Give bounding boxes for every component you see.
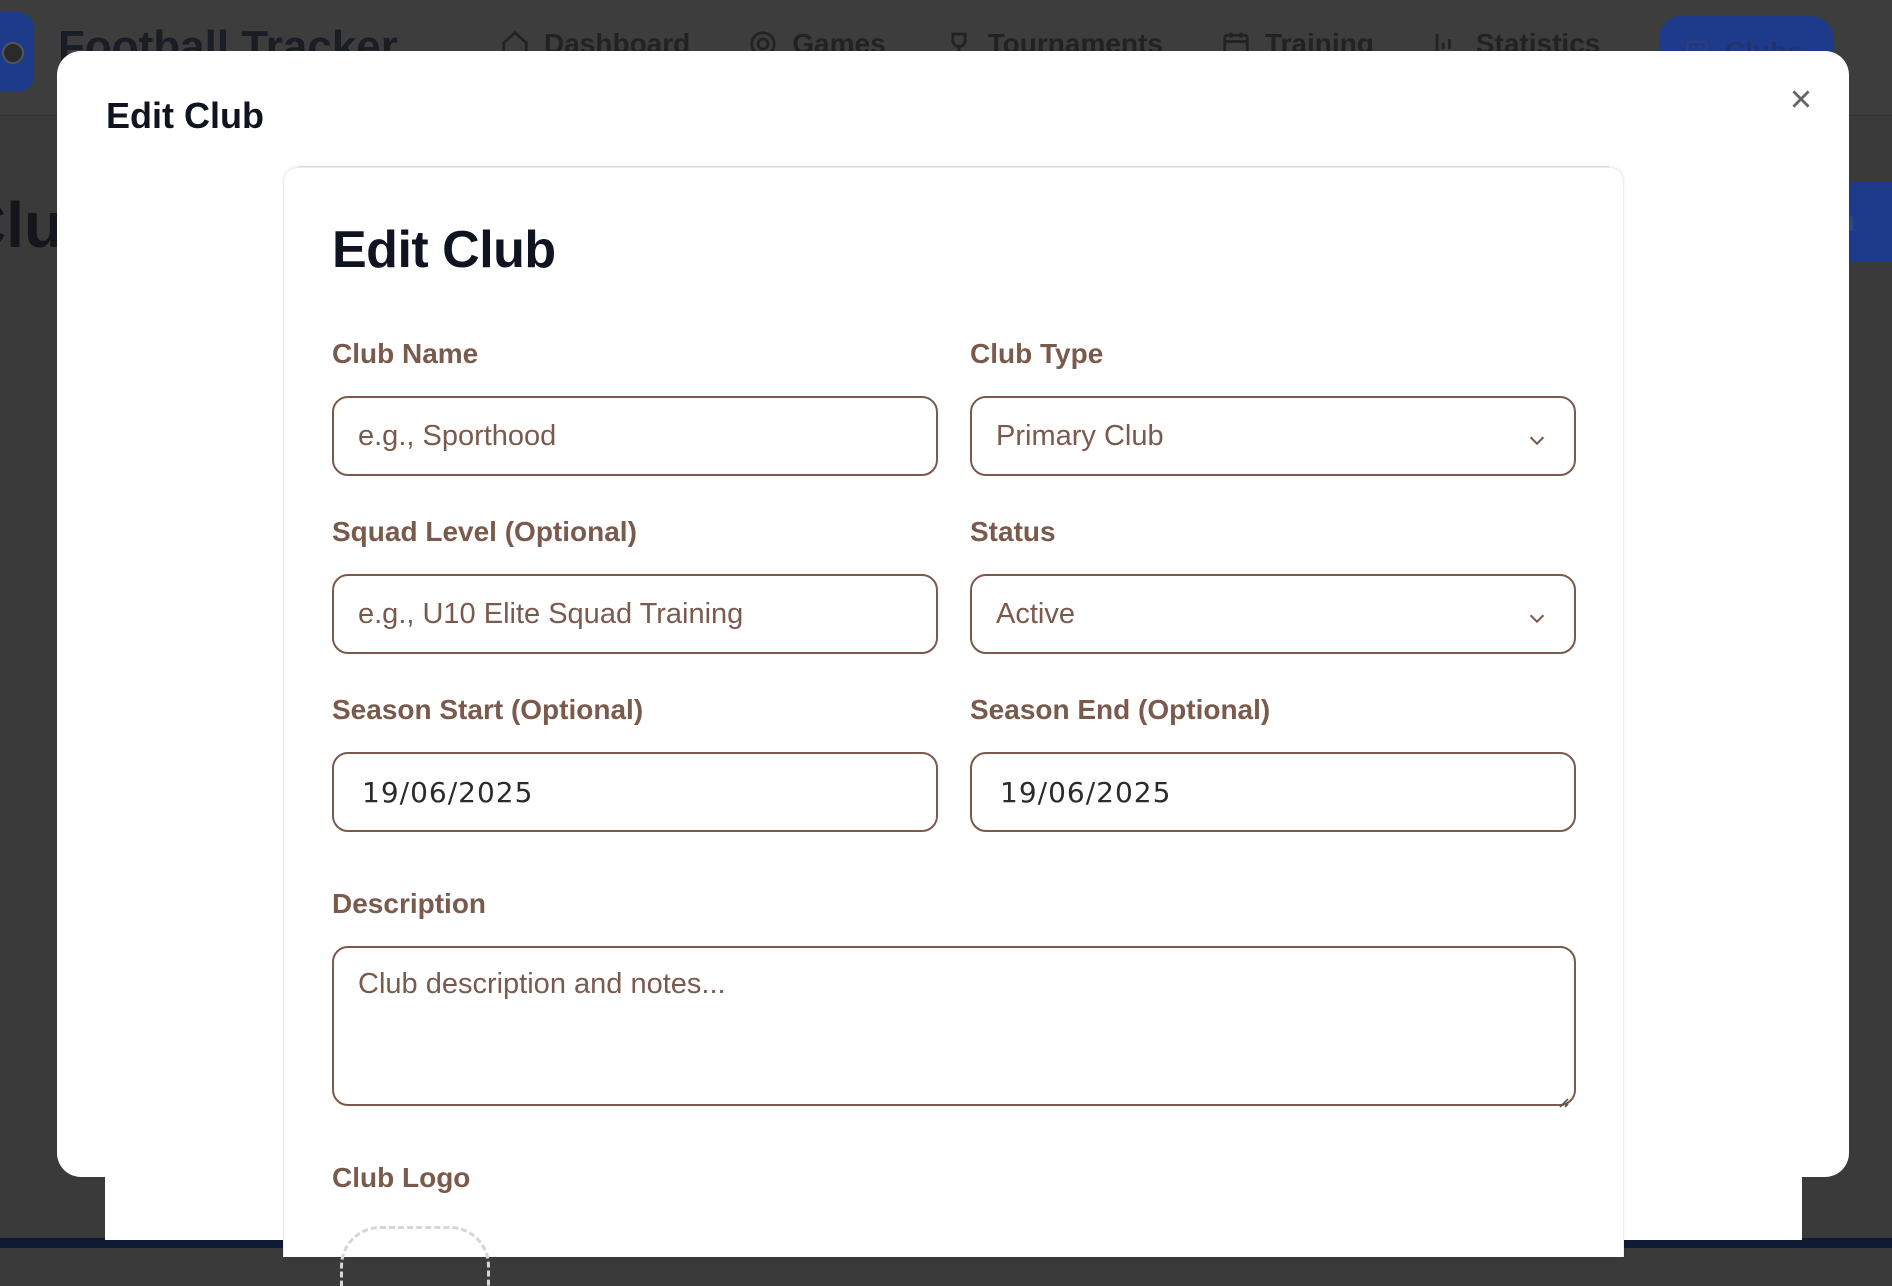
status-label: Status bbox=[970, 516, 1056, 547]
chevron-down-icon bbox=[1526, 604, 1548, 626]
squad-level-label: Squad Level (Optional) bbox=[332, 516, 637, 547]
app-logo[interactable] bbox=[0, 12, 34, 92]
status-value: Active bbox=[996, 597, 1075, 630]
club-type-value: Primary Club bbox=[996, 419, 1164, 452]
club-logo-label: Club Logo bbox=[332, 1162, 471, 1193]
club-type-label: Club Type bbox=[970, 338, 1104, 369]
squad-level-input[interactable]: e.g., U10 Elite Squad Training bbox=[332, 574, 938, 654]
page-heading: Clu bbox=[0, 189, 64, 261]
description-textarea[interactable]: Club description and notes... bbox=[332, 946, 1576, 1108]
season-start-value: 19/06/2025 bbox=[362, 775, 534, 809]
club-logo-upload-area[interactable] bbox=[340, 1226, 490, 1286]
season-start-date-input[interactable]: 19/06/2025 bbox=[332, 752, 938, 832]
squad-level-placeholder: e.g., U10 Elite Squad Training bbox=[358, 597, 744, 630]
description-placeholder: Club description and notes... bbox=[358, 968, 726, 1000]
club-name-input[interactable]: e.g., Sporthood bbox=[332, 396, 938, 476]
status-select[interactable]: Active bbox=[970, 574, 1576, 654]
description-label: Description bbox=[332, 888, 487, 919]
edit-club-form-card: Edit Club Club Name e.g., Sporthood Club… bbox=[283, 167, 1624, 1286]
chevron-down-icon bbox=[1526, 426, 1548, 448]
season-end-date-input[interactable]: 19/06/2025 bbox=[970, 752, 1576, 832]
football-icon bbox=[2, 42, 24, 64]
resize-handle-icon[interactable] bbox=[1554, 1084, 1570, 1108]
close-button[interactable] bbox=[1777, 75, 1825, 123]
form-title: Edit Club bbox=[332, 221, 556, 279]
club-name-label: Club Name bbox=[332, 338, 479, 369]
season-end-label: Season End (Optional) bbox=[970, 694, 1271, 725]
season-end-value: 19/06/2025 bbox=[1000, 775, 1172, 809]
club-type-select[interactable]: Primary Club bbox=[970, 396, 1576, 476]
close-icon bbox=[1792, 90, 1810, 108]
season-start-label: Season Start (Optional) bbox=[332, 694, 644, 725]
modal-title: Edit Club bbox=[106, 95, 264, 136]
club-name-placeholder: e.g., Sporthood bbox=[358, 419, 557, 452]
